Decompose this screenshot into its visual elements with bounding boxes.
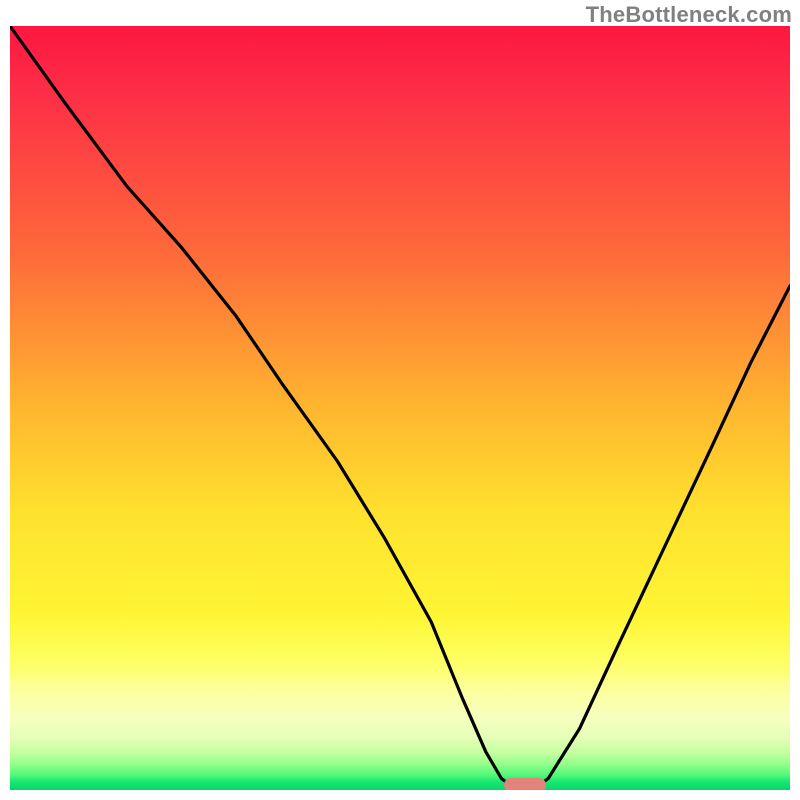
chart-container: TheBottleneck.com: [0, 0, 800, 800]
watermark-text: TheBottleneck.com: [586, 2, 792, 28]
optimum-marker: [504, 778, 546, 790]
plot-area: [10, 26, 790, 790]
bottleneck-curve: [10, 26, 790, 790]
